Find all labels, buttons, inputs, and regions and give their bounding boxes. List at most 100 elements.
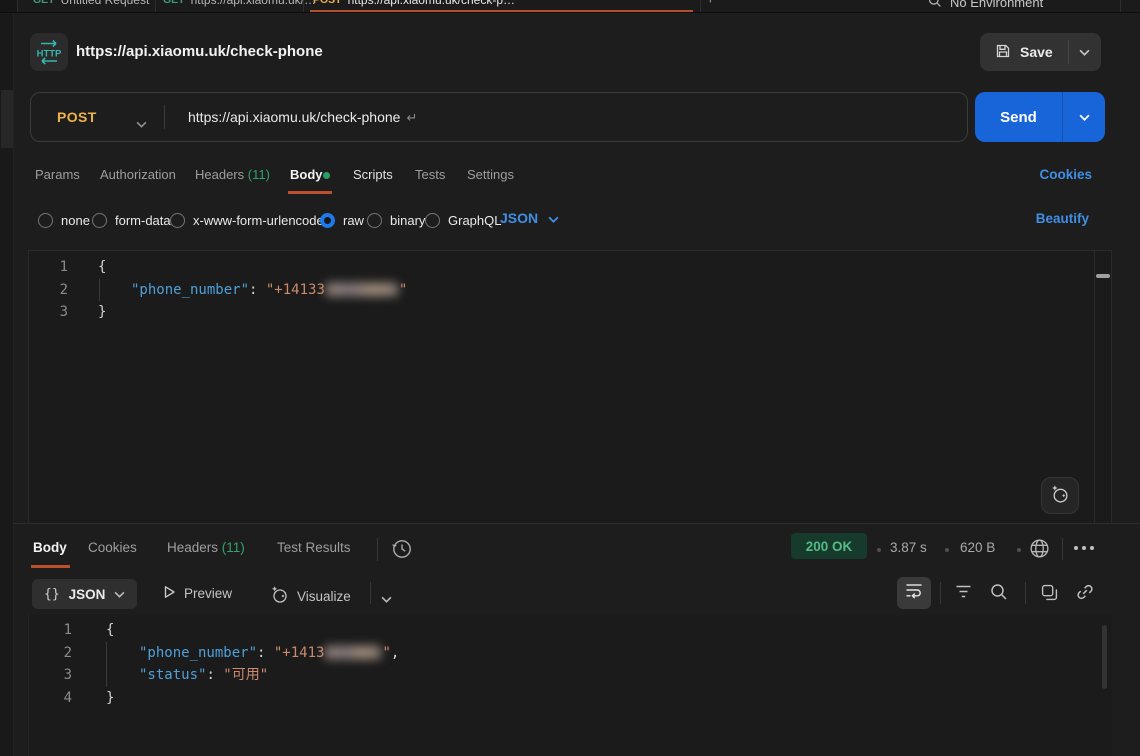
response-tab-body[interactable]: Body — [33, 540, 67, 555]
radio-circle — [170, 213, 185, 228]
filter-button[interactable] — [955, 585, 972, 603]
environment-selector[interactable]: No Environment — [928, 0, 1043, 11]
save-button[interactable]: Save — [980, 33, 1068, 71]
divider — [940, 582, 941, 604]
tab-method-badge: GET — [33, 0, 55, 7]
more-options-icon[interactable] — [1074, 546, 1094, 550]
line-number: 1 — [29, 256, 68, 279]
enter-hint-icon: ↵ — [406, 110, 417, 125]
format-label: JSON — [69, 587, 106, 602]
magic-wand-icon — [270, 585, 289, 607]
preview-button[interactable]: Preview — [163, 585, 232, 602]
code-line: "status": "可用" — [72, 664, 268, 687]
tab-divider — [700, 0, 701, 12]
radio-form-data[interactable]: form-data — [92, 211, 171, 229]
response-size[interactable]: 620 B — [960, 540, 995, 555]
send-button[interactable]: Send — [975, 92, 1062, 142]
code-line: } — [72, 687, 114, 710]
save-button-group: Save — [980, 33, 1101, 71]
tab-tests[interactable]: Tests — [415, 167, 445, 182]
globe-network-icon[interactable] — [1028, 537, 1051, 565]
radio-urlencoded[interactable]: x-www-form-urlencoded — [170, 211, 331, 229]
code-line: "phone_number": "+14133" — [68, 279, 407, 302]
search-icon — [990, 588, 1008, 605]
request-body-editor[interactable]: 1{ 2"phone_number": "+14133" 3} — [28, 250, 1112, 523]
request-tab-2[interactable]: GET https://api.xiaomu.uk/… — [163, 0, 316, 7]
tab-settings[interactable]: Settings — [467, 167, 514, 182]
visualize-button[interactable]: Visualize — [270, 585, 351, 607]
tab-headers[interactable]: Headers (11) — [195, 167, 270, 182]
wrap-text-button[interactable] — [897, 577, 931, 609]
search-icon — [928, 0, 942, 11]
save-options-button[interactable] — [1069, 33, 1101, 71]
environment-label: No Environment — [950, 0, 1043, 10]
status-badge[interactable]: 200 OK — [791, 533, 867, 559]
new-tab-button[interactable]: + — [706, 0, 715, 8]
divider — [1025, 582, 1026, 604]
history-clock-icon[interactable] — [390, 537, 414, 566]
line-number: 1 — [29, 619, 72, 642]
headers-count-badge: (11) — [248, 167, 270, 182]
copy-button[interactable] — [1041, 584, 1058, 606]
magic-wand-icon — [1050, 484, 1070, 508]
editor-scrollbar[interactable] — [1094, 251, 1111, 523]
beautify-link[interactable]: Beautify — [1036, 211, 1089, 226]
code-line: { — [68, 256, 106, 279]
postbot-button[interactable] — [1041, 477, 1079, 514]
scrollbar-thumb[interactable] — [1102, 625, 1107, 689]
response-body-viewer[interactable]: 1{ 2"phone_number": "+1413", 3"status": … — [28, 615, 1112, 756]
line-number: 3 — [29, 664, 72, 687]
response-time[interactable]: 3.87 s — [890, 540, 927, 555]
svg-text:HTTP: HTTP — [37, 49, 62, 60]
tab-method-badge: POST — [313, 0, 342, 7]
chevron-down-icon[interactable] — [381, 590, 392, 608]
save-icon — [995, 43, 1011, 62]
redacted-phone-blur — [326, 283, 398, 296]
scrollbar-thumb[interactable] — [1096, 274, 1110, 278]
active-tab-underline — [31, 565, 70, 568]
radio-binary[interactable]: binary — [367, 211, 425, 229]
request-tab-untitled[interactable]: GET Untitled Request — [33, 0, 149, 7]
url-input[interactable]: https://api.xiaomu.uk/check-phone↵ — [188, 109, 417, 126]
tab-label: https://api.xiaomu.uk/… — [191, 0, 316, 7]
link-button[interactable] — [1076, 583, 1094, 606]
tab-scripts[interactable]: Scripts — [353, 167, 393, 182]
workspace-tab-bar: GET Untitled Request GET https://api.xia… — [0, 0, 1140, 13]
tab-bar-corner — [0, 0, 18, 13]
response-section-divider — [14, 523, 1140, 524]
response-format-dropdown[interactable]: {} JSON — [32, 579, 137, 609]
response-tab-cookies[interactable]: Cookies — [88, 540, 137, 555]
radio-graphql[interactable]: GraphQL — [425, 211, 501, 229]
radio-circle — [38, 213, 53, 228]
line-number: 3 — [29, 301, 68, 324]
tab-params[interactable]: Params — [35, 167, 80, 182]
preview-label: Preview — [184, 586, 232, 601]
body-format-dropdown[interactable]: JSON — [500, 210, 559, 226]
chevron-down-icon[interactable] — [136, 115, 147, 133]
line-number: 2 — [29, 642, 72, 665]
radio-none[interactable]: none — [38, 211, 90, 229]
radio-raw[interactable]: raw — [320, 211, 364, 229]
url-bar-divider — [164, 105, 165, 129]
active-tab-underline — [288, 191, 332, 194]
request-tab-active[interactable]: POST https://api.xiaomu.uk/check-p… — [313, 0, 515, 7]
collapsed-sidebar-rail[interactable] — [0, 14, 14, 756]
radio-circle-selected — [320, 213, 335, 228]
response-tab-test-results[interactable]: Test Results — [277, 540, 351, 555]
divider — [1062, 538, 1063, 560]
headers-count-badge: (11) — [222, 540, 245, 555]
cookies-link[interactable]: Cookies — [1039, 167, 1092, 182]
tab-authorization[interactable]: Authorization — [100, 167, 176, 182]
send-options-button[interactable] — [1063, 92, 1105, 142]
radio-circle — [425, 213, 440, 228]
search-button[interactable] — [990, 583, 1008, 606]
method-selector[interactable]: POST — [57, 109, 97, 125]
tab-label: https://api.xiaomu.uk/check-p… — [348, 0, 515, 7]
tab-divider — [303, 0, 304, 12]
tab-label: Untitled Request — [61, 0, 150, 7]
api-client-app: GET Untitled Request GET https://api.xia… — [0, 0, 1140, 756]
active-tab-underline — [310, 10, 693, 13]
tab-body[interactable]: Body — [290, 167, 323, 182]
request-title: https://api.xiaomu.uk/check-phone — [76, 43, 323, 60]
response-tab-headers[interactable]: Headers (11) — [167, 540, 245, 555]
